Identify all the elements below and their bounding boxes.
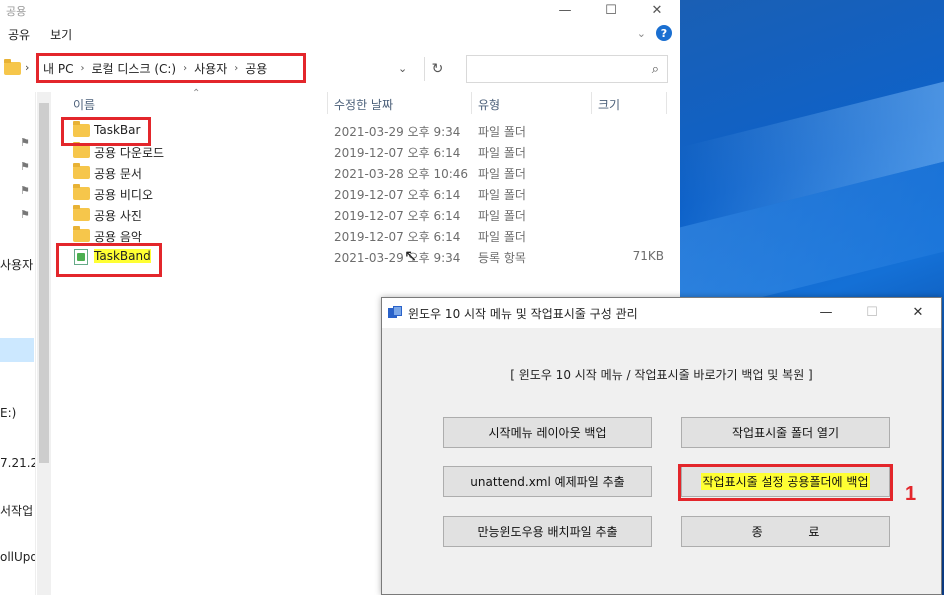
nav-item[interactable]: 7.21.2: [0, 456, 35, 470]
column-divider[interactable]: [327, 92, 328, 114]
search-input[interactable]: ⌕: [466, 55, 668, 83]
file-row[interactable]: 공용 문서 2021-03-28 오후 10:46 파일 폴더: [52, 162, 672, 183]
app-icon: [388, 306, 402, 320]
pin-icon[interactable]: ⚑: [20, 160, 30, 173]
nav-scrollbar-thumb[interactable]: [39, 103, 49, 463]
tab-view[interactable]: 보기: [48, 26, 90, 43]
file-date: 2019-12-07 오후 6:14: [334, 188, 461, 202]
breadcrumb-this-pc[interactable]: 내 PC: [43, 60, 73, 77]
unattend-extract-button[interactable]: unattend.xml 예제파일 추출: [443, 466, 652, 497]
file-date: 2021-03-29 오후 9:34: [334, 125, 461, 139]
nav-item[interactable]: ollUpda: [0, 550, 35, 564]
folder-icon: [4, 59, 21, 75]
pin-icon[interactable]: ⚑: [20, 208, 30, 221]
folder-icon: [73, 163, 90, 179]
highlight-box-taskbar: [61, 117, 151, 146]
file-row[interactable]: 공용 비디오 2019-12-07 오후 6:14 파일 폴더: [52, 183, 672, 204]
refresh-icon[interactable]: ↻: [424, 57, 450, 81]
navigation-pane: ⚑ ⚑ ⚑ ⚑ 사용자 E:) 7.21.2 서작업 ollUpda: [0, 92, 36, 595]
nav-item-users[interactable]: 사용자: [0, 256, 33, 273]
folder-icon: [73, 184, 90, 200]
file-type: 파일 폴더: [478, 146, 526, 160]
file-type: 파일 폴더: [478, 188, 526, 202]
column-type[interactable]: 유형: [478, 96, 500, 113]
exit-button[interactable]: 종 료: [681, 516, 890, 547]
file-date: 2019-12-07 오후 6:14: [334, 230, 461, 244]
chevron-right-icon[interactable]: ›: [25, 61, 29, 74]
column-divider[interactable]: [666, 92, 667, 114]
chevron-down-icon[interactable]: ⌄: [398, 62, 407, 75]
nav-item-drive[interactable]: E:): [0, 406, 16, 420]
file-type: 파일 폴더: [478, 125, 526, 139]
file-date: 2019-12-07 오후 6:14: [334, 209, 461, 223]
folder-icon: [73, 226, 90, 242]
file-size: 71KB: [632, 249, 664, 263]
mouse-cursor-icon: ↖: [404, 246, 418, 265]
file-type: 파일 폴더: [478, 209, 526, 223]
dialog-heading: [ 윈도우 10 시작 메뉴 / 작업표시줄 바로가기 백업 및 복원 ]: [510, 368, 813, 382]
file-date: 2019-12-07 오후 6:14: [334, 146, 461, 160]
nav-item[interactable]: 서작업: [0, 502, 33, 519]
address-row: › 내 PC › 로컬 디스크 (C:) › 사용자 › 공용 ⌄ ↻ ⌕: [0, 50, 680, 90]
dialog-title: 윈도우 10 시작 메뉴 및 작업표시줄 구성 관리: [408, 306, 638, 321]
file-date: 2021-03-28 오후 10:46: [334, 167, 469, 181]
breadcrumb-local-disk[interactable]: 로컬 디스크 (C:): [91, 60, 176, 77]
start-layout-backup-button[interactable]: 시작메뉴 레이아웃 백업: [443, 417, 652, 448]
explorer-titlebar: 공용 — ☐ ✕: [0, 0, 680, 22]
highlight-box-taskband: [56, 243, 162, 277]
maximize-button[interactable]: ☐: [588, 0, 634, 20]
column-headers: ⌃ 이름 수정한 날짜 유형 크기: [52, 88, 672, 114]
window-title: 공용: [6, 5, 27, 18]
ribbon-tabs: 공유 보기 ⌄ ?: [0, 22, 680, 46]
column-name[interactable]: 이름: [73, 96, 95, 113]
column-size[interactable]: 크기: [598, 96, 620, 113]
search-icon: ⌕: [651, 62, 659, 77]
file-name: 공용 문서: [94, 167, 142, 181]
minimize-button[interactable]: —: [803, 298, 849, 326]
highlight-box-backup-button: [678, 464, 893, 501]
file-type: 등록 항목: [478, 251, 526, 265]
file-type: 파일 폴더: [478, 167, 526, 181]
minimize-button[interactable]: —: [542, 0, 588, 20]
folder-icon: [73, 142, 90, 158]
folder-icon: [73, 205, 90, 221]
file-name: 공용 다운로드: [94, 146, 165, 160]
step-marker: 1: [905, 483, 917, 505]
file-row[interactable]: 공용 사진 2019-12-07 오후 6:14 파일 폴더: [52, 204, 672, 225]
chevron-down-icon[interactable]: ⌄: [637, 27, 646, 40]
help-icon[interactable]: ?: [656, 25, 672, 41]
close-button[interactable]: ✕: [634, 0, 680, 20]
pin-icon[interactable]: ⚑: [20, 136, 30, 149]
breadcrumb-users[interactable]: 사용자: [194, 60, 227, 77]
file-type: 파일 폴더: [478, 230, 526, 244]
breadcrumb-public[interactable]: 공용: [245, 60, 267, 77]
open-taskbar-folder-button[interactable]: 작업표시줄 폴더 열기: [681, 417, 890, 448]
address-bar[interactable]: 내 PC › 로컬 디스크 (C:) › 사용자 › 공용: [36, 53, 306, 83]
taskbar-manager-dialog: 윈도우 10 시작 메뉴 및 작업표시줄 구성 관리 — ☐ ✕ [ 윈도우 1…: [381, 297, 942, 595]
file-name: 공용 사진: [94, 209, 142, 223]
dialog-titlebar: 윈도우 10 시작 메뉴 및 작업표시줄 구성 관리 — ☐ ✕: [382, 298, 941, 328]
column-divider[interactable]: [591, 92, 592, 114]
column-divider[interactable]: [471, 92, 472, 114]
batch-extract-button[interactable]: 만능윈도우용 배치파일 추출: [443, 516, 652, 547]
file-name: 공용 비디오: [94, 188, 154, 202]
chevron-right-icon[interactable]: ›: [183, 63, 187, 74]
nav-item-selected[interactable]: [0, 338, 34, 362]
file-date: 2021-03-29 오후 9:34: [334, 251, 461, 265]
pin-icon[interactable]: ⚑: [20, 184, 30, 197]
chevron-right-icon[interactable]: ›: [234, 63, 238, 74]
chevron-right-icon[interactable]: ›: [80, 63, 84, 74]
tab-share[interactable]: 공유: [6, 26, 48, 43]
close-button[interactable]: ✕: [895, 298, 941, 326]
sort-up-icon: ⌃: [192, 88, 201, 99]
column-date[interactable]: 수정한 날짜: [334, 96, 393, 113]
maximize-button: ☐: [866, 304, 878, 320]
